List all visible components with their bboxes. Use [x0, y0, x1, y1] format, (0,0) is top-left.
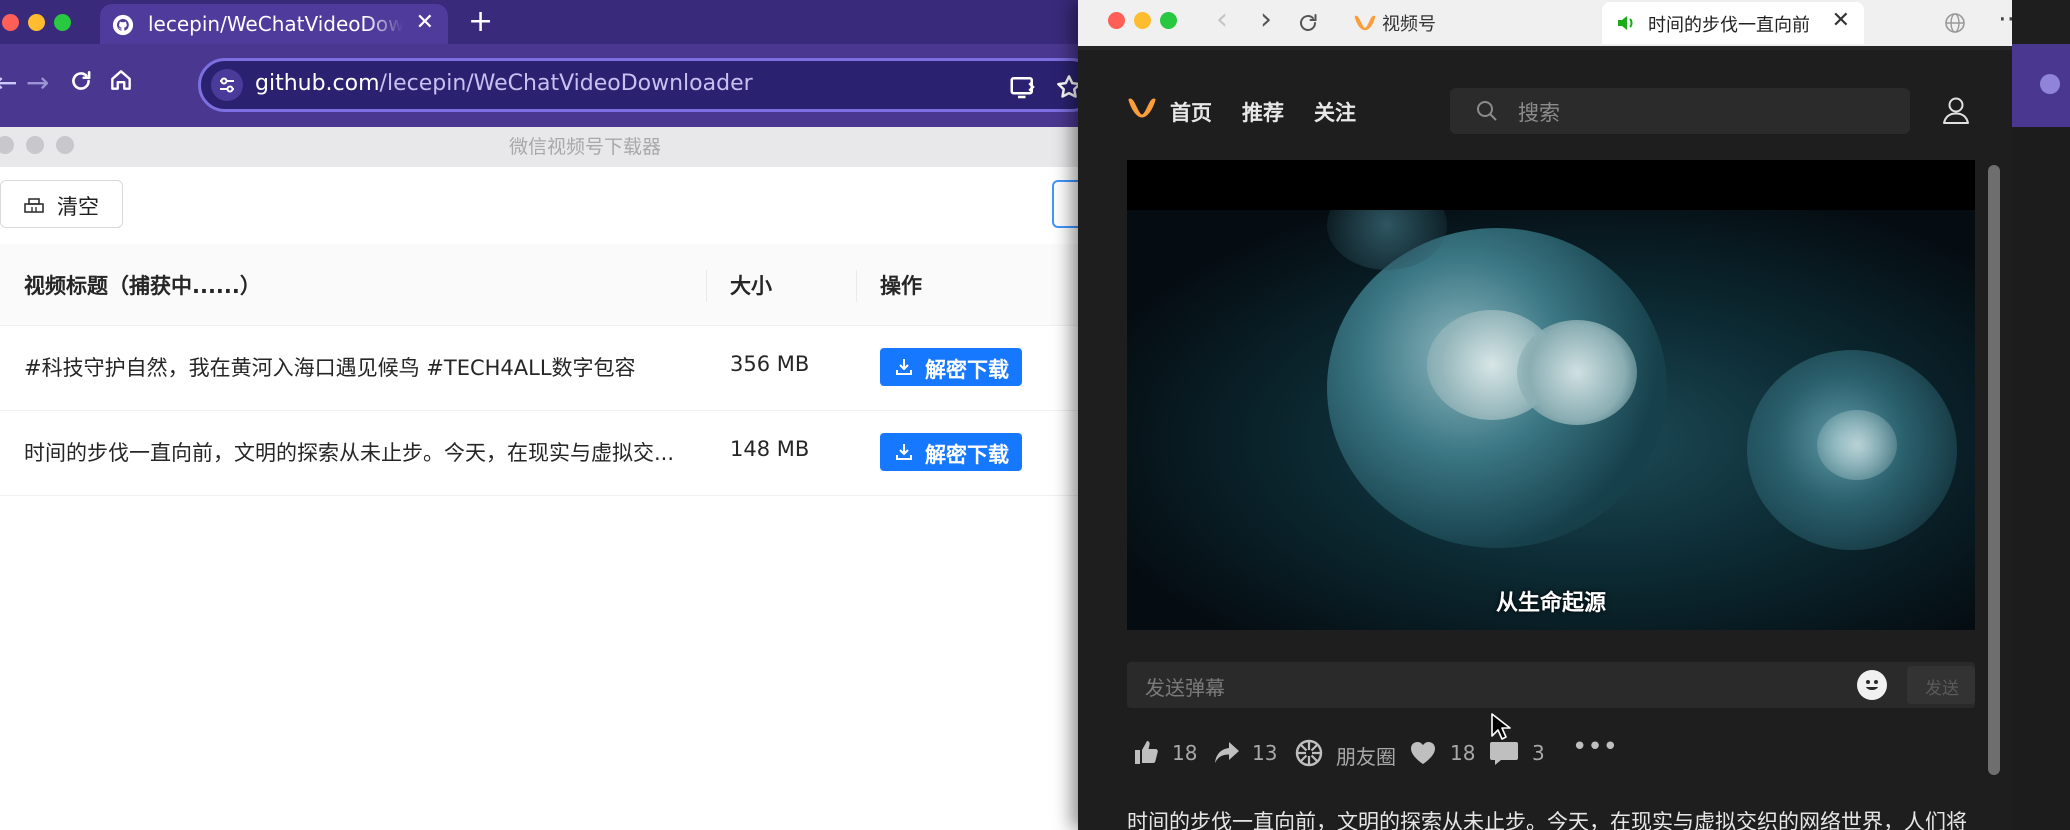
column-header-action: 操作 — [880, 274, 922, 298]
table-row: 时间的步伐一直向前，文明的探索从未止步。今天，在现实与虚拟交... 148 MB… — [0, 411, 1080, 496]
channels-tabbar: ‹ › 视频号 时间的步伐一直向前 ✕ ⋯ — [1078, 0, 2024, 46]
danmaku-input[interactable]: 发送弹幕 发送 — [1127, 662, 1975, 708]
new-tab-button[interactable]: + — [468, 4, 493, 39]
video-title: 时间的步伐一直向前，文明的探索从未止步。今天，在现实与虚拟交... — [24, 441, 675, 465]
close-window-button[interactable] — [2, 14, 19, 31]
cast-icon[interactable] — [1008, 72, 1038, 102]
download-button-label: 解密下载 — [925, 443, 1009, 467]
tab-current-video[interactable]: 时间的步伐一直向前 ✕ — [1602, 2, 1864, 44]
profile-avatar[interactable] — [2040, 74, 2060, 94]
maximize-window-button[interactable] — [1160, 12, 1177, 29]
downloader-titlebar: 微信视频号下载器 — [0, 127, 1080, 167]
cell-nucleus — [1817, 410, 1897, 480]
browser-tab-title: lecepin/WeChatVideoDownloader — [148, 12, 403, 36]
tab-channels-home[interactable]: 视频号 — [1340, 4, 1598, 42]
video-size: 148 MB — [730, 437, 810, 461]
globe-icon[interactable] — [1944, 12, 1966, 34]
video-subtitle: 从生命起源 — [1495, 591, 1606, 616]
forward-icon[interactable]: › — [1260, 2, 1272, 37]
column-header-size: 大小 — [730, 274, 772, 298]
home-icon[interactable] — [108, 67, 134, 93]
more-icon[interactable]: ••• — [1572, 732, 1618, 764]
heart-icon — [1411, 742, 1435, 764]
table-header: 视频标题（捕获中......） 大小 操作 — [0, 244, 1080, 326]
video-frame — [1127, 210, 1975, 630]
send-label: 发送 — [1925, 679, 1959, 699]
search-icon — [1477, 101, 1497, 121]
address-url: github.com/lecepin/WeChatVideoDownloader — [255, 71, 753, 96]
column-divider — [856, 270, 857, 302]
site-settings-icon[interactable] — [211, 69, 243, 101]
reload-icon[interactable] — [1296, 11, 1320, 35]
cell-nucleus — [1517, 320, 1637, 425]
moments-label: 朋友圈 — [1336, 745, 1396, 769]
share-count: 13 — [1252, 741, 1278, 765]
back-icon[interactable]: ← — [0, 66, 17, 99]
desktop: lecepin/WeChatVideoDownloader ✕ + ← → — [0, 0, 2070, 830]
like-icon — [1135, 741, 1158, 764]
close-icon[interactable]: ✕ — [1832, 8, 1850, 33]
decrypt-download-button[interactable]: 解密下载 — [880, 348, 1022, 386]
back-icon[interactable]: ‹ — [1216, 2, 1228, 37]
search-placeholder: 搜索 — [1518, 101, 1560, 125]
favorite-count: 18 — [1450, 741, 1476, 765]
reload-icon[interactable] — [68, 68, 94, 94]
user-icon[interactable] — [1940, 94, 1972, 126]
close-window-button[interactable] — [1108, 12, 1125, 29]
like-count: 18 — [1172, 741, 1198, 765]
minimize-window-button[interactable] — [28, 14, 45, 31]
channels-page: 首页 推荐 关注 搜索 从生命起源 发送弹幕 发送 18 13 朋友圈 18 3… — [1078, 50, 2012, 830]
clear-button-label: 清空 — [57, 195, 99, 219]
cursor-icon — [1491, 713, 1511, 740]
download-icon — [896, 444, 912, 460]
url-host: github.com — [255, 71, 380, 96]
address-bar[interactable]: github.com/lecepin/WeChatVideoDownloader — [198, 58, 1098, 112]
clear-button[interactable]: 清空 — [0, 180, 123, 228]
share-icon — [1215, 742, 1239, 763]
downloader-window: 微信视频号下载器 清空 视频标题（捕获中......） 大小 操作 #科技守护自… — [0, 127, 1082, 830]
nav-home[interactable]: 首页 — [1170, 97, 1212, 127]
video-description: 时间的步伐一直向前，文明的探索从未止步。今天，在现实与虚拟交织的网络世界，人们将 — [1127, 810, 1967, 830]
close-icon[interactable]: ✕ — [416, 10, 434, 35]
moments-icon — [1295, 739, 1323, 767]
emoji-icon[interactable] — [1857, 670, 1887, 700]
download-icon — [896, 359, 912, 375]
danmaku-placeholder: 发送弹幕 — [1145, 676, 1225, 700]
github-icon — [112, 14, 134, 36]
speaker-icon — [1618, 16, 1633, 30]
clear-icon — [24, 198, 44, 213]
column-header-title: 视频标题（捕获中......） — [24, 274, 261, 298]
channels-logo-icon — [1354, 15, 1376, 31]
video-title: #科技守护自然，我在黄河入海口遇见候鸟 #TECH4ALL数字包容 — [24, 356, 636, 380]
browser-tab-github[interactable]: lecepin/WeChatVideoDownloader ✕ — [100, 4, 448, 44]
download-button-label: 解密下载 — [925, 358, 1009, 382]
forward-icon[interactable]: → — [26, 66, 49, 99]
comment-count: 3 — [1532, 741, 1545, 765]
send-danmaku-button[interactable]: 发送 — [1907, 666, 1975, 704]
search-input[interactable]: 搜索 — [1450, 88, 1910, 134]
comment-icon — [1490, 742, 1518, 765]
channels-window: ‹ › 视频号 时间的步伐一直向前 ✕ ⋯ 首页 推荐 关注 搜索 从生命起源 … — [1078, 0, 2024, 830]
maximize-window-button[interactable] — [54, 14, 71, 31]
decrypt-download-button[interactable]: 解密下载 — [880, 433, 1022, 471]
nav-following[interactable]: 关注 — [1314, 97, 1356, 127]
nav-recommend[interactable]: 推荐 — [1242, 97, 1284, 127]
browser-content-edge — [2012, 127, 2070, 830]
tab-label: 视频号 — [1382, 14, 1436, 35]
scrollbar[interactable] — [1988, 165, 2000, 775]
minimize-window-button[interactable] — [1134, 12, 1151, 29]
url-path: /lecepin/WeChatVideoDownloader — [379, 71, 753, 96]
tab-label: 时间的步伐一直向前 — [1648, 15, 1810, 36]
column-divider — [706, 270, 707, 302]
table-row: #科技守护自然，我在黄河入海口遇见候鸟 #TECH4ALL数字包容 356 MB… — [0, 326, 1080, 411]
browser-window-edge — [2012, 0, 2070, 830]
video-size: 356 MB — [730, 352, 810, 376]
window-title: 微信视频号下载器 — [508, 136, 661, 158]
video-player[interactable]: 从生命起源 — [1127, 160, 1975, 630]
channels-logo-icon[interactable] — [1128, 96, 1156, 120]
